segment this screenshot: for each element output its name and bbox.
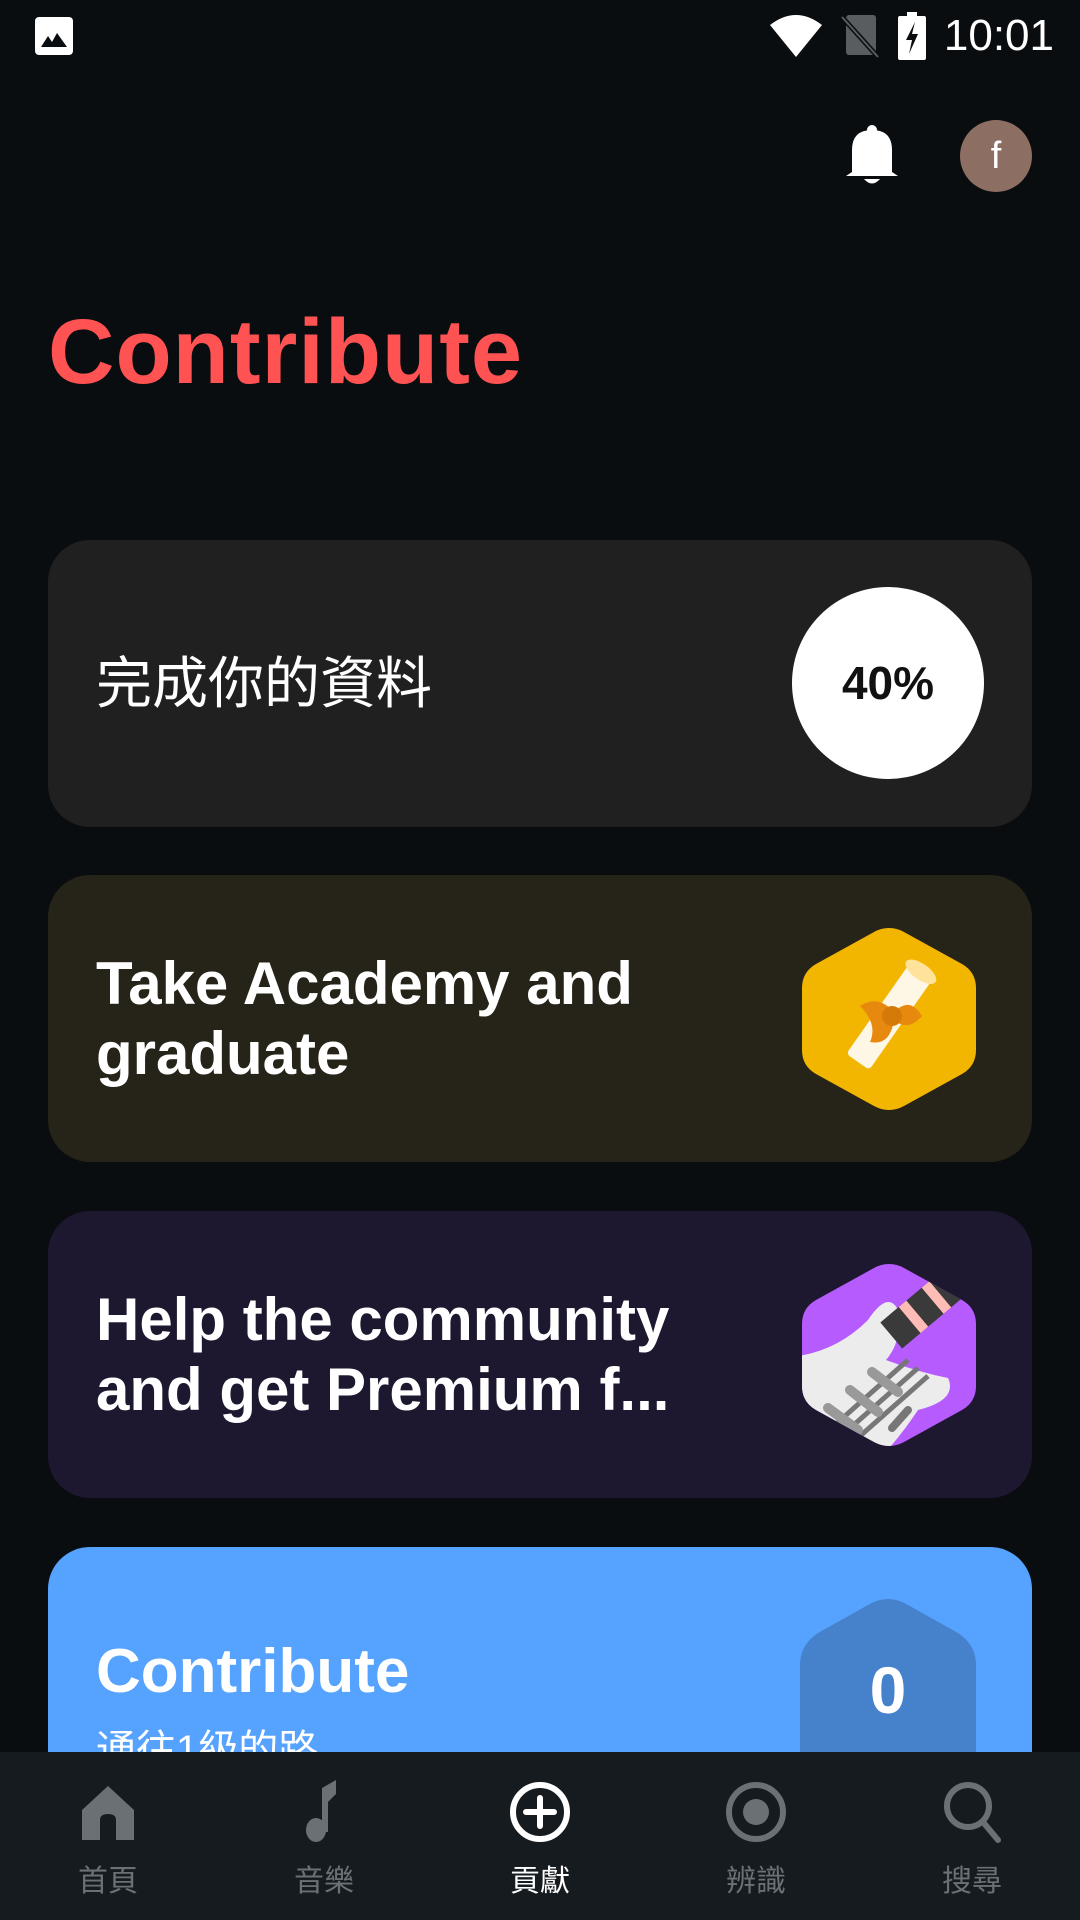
battery-charging-icon <box>897 12 926 60</box>
bottom-nav: 首頁 音樂 貢獻 辨識 搜尋 <box>0 1752 1080 1920</box>
avatar-initial: f <box>990 134 1002 177</box>
avatar[interactable]: f <box>960 120 1032 192</box>
card-label: Take Academy and graduate <box>96 949 633 1087</box>
nav-label: 音樂 <box>294 1865 354 1898</box>
home-icon <box>82 1786 134 1840</box>
diploma-icon <box>802 927 976 1110</box>
music-note-icon <box>306 1780 336 1842</box>
profile-progress-badge: 40% <box>792 587 984 779</box>
nav-item-contribute[interactable]: 貢獻 <box>432 1752 648 1920</box>
bell-icon[interactable] <box>844 124 900 188</box>
page-title: Contribute <box>48 301 524 403</box>
nav-item-search[interactable]: 搜尋 <box>864 1752 1080 1920</box>
card-label: 完成你的資料 <box>96 651 432 715</box>
no-sim-icon <box>840 15 880 59</box>
nav-item-home[interactable]: 首頁 <box>0 1752 216 1920</box>
plus-circle-icon <box>510 1782 570 1842</box>
level-number: 0 <box>869 1653 907 1727</box>
nav-label: 辨識 <box>726 1865 786 1898</box>
nav-label: 貢獻 <box>510 1865 570 1898</box>
nav-label: 搜尋 <box>942 1865 1002 1898</box>
guitar-icon <box>802 1263 976 1446</box>
nav-label: 首頁 <box>78 1865 138 1898</box>
card-label: Contribute <box>96 1637 410 1706</box>
wifi-icon <box>769 15 822 57</box>
top-actions: f <box>844 120 1032 192</box>
card-label: Help the community and get Premium f... <box>96 1285 670 1423</box>
academy-card[interactable]: Take Academy and graduate <box>48 875 1032 1162</box>
complete-profile-card[interactable]: 完成你的資料 40% <box>48 540 1032 827</box>
search-icon <box>944 1782 1001 1843</box>
nav-item-music[interactable]: 音樂 <box>216 1752 432 1920</box>
status-time: 10:01 <box>943 11 1054 60</box>
nav-item-identify[interactable]: 辨識 <box>648 1752 864 1920</box>
progress-percent: 40% <box>841 657 935 709</box>
record-icon <box>726 1782 786 1842</box>
community-premium-card[interactable]: Help the community and get Premium f... <box>48 1211 1032 1498</box>
status-bar: 10:01 <box>0 0 1080 72</box>
gallery-icon <box>35 17 73 55</box>
